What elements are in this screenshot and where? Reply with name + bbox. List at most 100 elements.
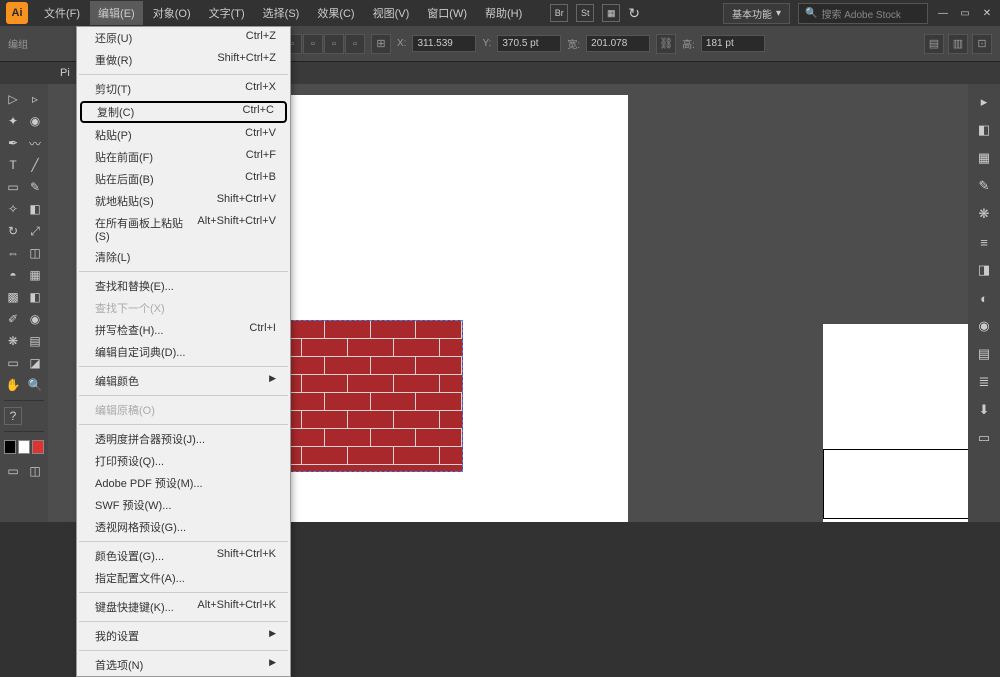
color-panel-icon[interactable]: ◧ bbox=[974, 120, 994, 140]
menu-item-编辑颜色[interactable]: 编辑颜色▶ bbox=[77, 370, 290, 392]
window-close[interactable]: ✕ bbox=[980, 6, 994, 20]
y-input[interactable] bbox=[497, 35, 561, 52]
menu-item-首选项n[interactable]: 首选项(N)▶ bbox=[77, 654, 290, 676]
menu-view[interactable]: 视图(V) bbox=[365, 1, 418, 25]
rotate-tool-icon[interactable]: ↻ bbox=[2, 220, 24, 242]
menu-item-就地粘贴s[interactable]: 就地粘贴(S)Shift+Ctrl+V bbox=[77, 190, 290, 212]
help-icon[interactable]: ? bbox=[4, 407, 22, 425]
menu-item-键盘快捷键k[interactable]: 键盘快捷键(K)...Alt+Shift+Ctrl+K bbox=[77, 596, 290, 618]
doc-tab[interactable]: Pi bbox=[60, 67, 70, 79]
curvature-tool-icon[interactable]: 〰 bbox=[24, 132, 46, 154]
width-tool-icon[interactable]: ⇔ bbox=[2, 242, 24, 264]
menu-file[interactable]: 文件(F) bbox=[36, 1, 88, 25]
stroke-swatch[interactable] bbox=[18, 440, 30, 454]
menu-item-剪切t[interactable]: 剪切(T)Ctrl+X bbox=[77, 78, 290, 100]
menu-help[interactable]: 帮助(H) bbox=[477, 1, 530, 25]
menu-item-拼写检查h[interactable]: 拼写检查(H)...Ctrl+I bbox=[77, 319, 290, 341]
scale-tool-icon[interactable]: ⤢ bbox=[24, 220, 46, 242]
line-tool-icon[interactable]: ╱ bbox=[24, 154, 46, 176]
free-transform-tool-icon[interactable]: ◫ bbox=[24, 242, 46, 264]
cb-extra3-icon[interactable]: ⊡ bbox=[972, 34, 992, 54]
menu-edit[interactable]: 编辑(E) bbox=[90, 1, 143, 25]
arrange-icon[interactable]: ▦ bbox=[602, 4, 620, 22]
magic-wand-tool-icon[interactable]: ✦ bbox=[2, 110, 24, 132]
mesh-tool-icon[interactable]: ▩ bbox=[2, 286, 24, 308]
lasso-tool-icon[interactable]: ◉ bbox=[24, 110, 46, 132]
menu-type[interactable]: 文字(T) bbox=[201, 1, 253, 25]
menu-item-打印预设q[interactable]: 打印预设(Q)... bbox=[77, 450, 290, 472]
cb-extra1-icon[interactable]: ▤ bbox=[924, 34, 944, 54]
selected-brick-object[interactable] bbox=[278, 320, 463, 472]
symbols-panel-icon[interactable]: ❋ bbox=[974, 204, 994, 224]
asset-export-panel-icon[interactable]: ⬇ bbox=[974, 400, 994, 420]
brushes-panel-icon[interactable]: ✎ bbox=[974, 176, 994, 196]
perspective-tool-icon[interactable]: ▦ bbox=[24, 264, 46, 286]
rectangle-tool-icon[interactable]: ▭ bbox=[2, 176, 24, 198]
w-input[interactable] bbox=[586, 35, 650, 52]
stock-icon[interactable]: St bbox=[576, 4, 594, 22]
cb-extra2-icon[interactable]: ▥ bbox=[948, 34, 968, 54]
search-box[interactable]: 🔍 搜索 Adobe Stock bbox=[798, 3, 928, 24]
menu-item-颜色设置g[interactable]: 颜色设置(G)...Shift+Ctrl+K bbox=[77, 545, 290, 567]
hand-tool-icon[interactable]: ✋ bbox=[2, 374, 24, 396]
align-bottom-icon[interactable]: ▫ bbox=[345, 34, 365, 54]
selection-tool-icon[interactable]: ▷ bbox=[2, 88, 24, 110]
zoom-tool-icon[interactable]: 🔍 bbox=[24, 374, 46, 396]
graph-tool-icon[interactable]: ▤ bbox=[24, 330, 46, 352]
appearance-panel-icon[interactable]: ◉ bbox=[974, 316, 994, 336]
menu-effect[interactable]: 效果(C) bbox=[309, 1, 362, 25]
menu-item-编辑自定词典d[interactable]: 编辑自定词典(D)... bbox=[77, 341, 290, 363]
align-middle-icon[interactable]: ▫ bbox=[324, 34, 344, 54]
link-wh-icon[interactable]: ⛓ bbox=[656, 34, 676, 54]
swatches-panel-icon[interactable]: ▦ bbox=[974, 148, 994, 168]
transform-icon[interactable]: ⊞ bbox=[371, 34, 391, 54]
blend-tool-icon[interactable]: ◉ bbox=[24, 308, 46, 330]
screen-mode-icon[interactable]: ◫ bbox=[24, 460, 46, 482]
menu-item-还原u[interactable]: 还原(U)Ctrl+Z bbox=[77, 27, 290, 49]
menu-item-清除l[interactable]: 清除(L) bbox=[77, 246, 290, 268]
x-input[interactable] bbox=[412, 35, 476, 52]
layers-panel-icon[interactable]: ≣ bbox=[974, 372, 994, 392]
menu-select[interactable]: 选择(S) bbox=[255, 1, 308, 25]
menu-item-我的设置[interactable]: 我的设置▶ bbox=[77, 625, 290, 647]
menu-item-透明度拼合器预设j[interactable]: 透明度拼合器预设(J)... bbox=[77, 428, 290, 450]
artboard-tool-icon[interactable]: ▭ bbox=[2, 352, 24, 374]
graphic-styles-panel-icon[interactable]: ▤ bbox=[974, 344, 994, 364]
menu-item-swf 预设w[interactable]: SWF 预设(W)... bbox=[77, 494, 290, 516]
menu-item-贴在后面b[interactable]: 贴在后面(B)Ctrl+B bbox=[77, 168, 290, 190]
menu-item-在所有画板上粘贴s[interactable]: 在所有画板上粘贴(S)Alt+Shift+Ctrl+V bbox=[77, 212, 290, 246]
artboards-panel-icon[interactable]: ▭ bbox=[974, 428, 994, 448]
workspace-switcher[interactable]: 基本功能▾ bbox=[723, 3, 790, 24]
brush-tool-icon[interactable]: ✎ bbox=[24, 176, 46, 198]
eraser-tool-icon[interactable]: ◧ bbox=[24, 198, 46, 220]
drawing-mode-icon[interactable]: ▭ bbox=[2, 460, 24, 482]
bridge-icon[interactable]: Br bbox=[550, 4, 568, 22]
type-tool-icon[interactable]: T bbox=[2, 154, 24, 176]
menu-item-查找和替换e[interactable]: 查找和替换(E)... bbox=[77, 275, 290, 297]
eyedropper-tool-icon[interactable]: ✐ bbox=[2, 308, 24, 330]
menu-window[interactable]: 窗口(W) bbox=[419, 1, 475, 25]
slice-tool-icon[interactable]: ◪ bbox=[24, 352, 46, 374]
fill-swatch[interactable] bbox=[4, 440, 16, 454]
direct-selection-tool-icon[interactable]: ▹ bbox=[24, 88, 46, 110]
none-swatch[interactable] bbox=[32, 440, 44, 454]
menu-item-粘贴p[interactable]: 粘贴(P)Ctrl+V bbox=[77, 124, 290, 146]
transparency-panel-icon[interactable]: ◐ bbox=[974, 288, 994, 308]
color-swatches[interactable] bbox=[2, 440, 46, 454]
gradient-tool-icon[interactable]: ◧ bbox=[24, 286, 46, 308]
window-minimize[interactable]: — bbox=[936, 6, 950, 20]
menu-item-重做r[interactable]: 重做(R)Shift+Ctrl+Z bbox=[77, 49, 290, 71]
window-restore[interactable]: ▭ bbox=[958, 6, 972, 20]
menu-item-透视网格预设g[interactable]: 透视网格预设(G)... bbox=[77, 516, 290, 538]
menu-item-指定配置文件a[interactable]: 指定配置文件(A)... bbox=[77, 567, 290, 589]
gradient-panel-icon[interactable]: ◨ bbox=[974, 260, 994, 280]
pen-tool-icon[interactable]: ✒ bbox=[2, 132, 24, 154]
stroke-panel-icon[interactable]: ≡ bbox=[974, 232, 994, 252]
symbol-sprayer-tool-icon[interactable]: ❋ bbox=[2, 330, 24, 352]
menu-item-贴在前面f[interactable]: 贴在前面(F)Ctrl+F bbox=[77, 146, 290, 168]
h-input[interactable] bbox=[701, 35, 765, 52]
panel-collapse-icon[interactable]: ▸ bbox=[974, 92, 994, 112]
shaper-tool-icon[interactable]: ✧ bbox=[2, 198, 24, 220]
menu-item-adobe pdf 预设m[interactable]: Adobe PDF 预设(M)... bbox=[77, 472, 290, 494]
menu-item-复制c[interactable]: 复制(C)Ctrl+C bbox=[80, 101, 287, 123]
